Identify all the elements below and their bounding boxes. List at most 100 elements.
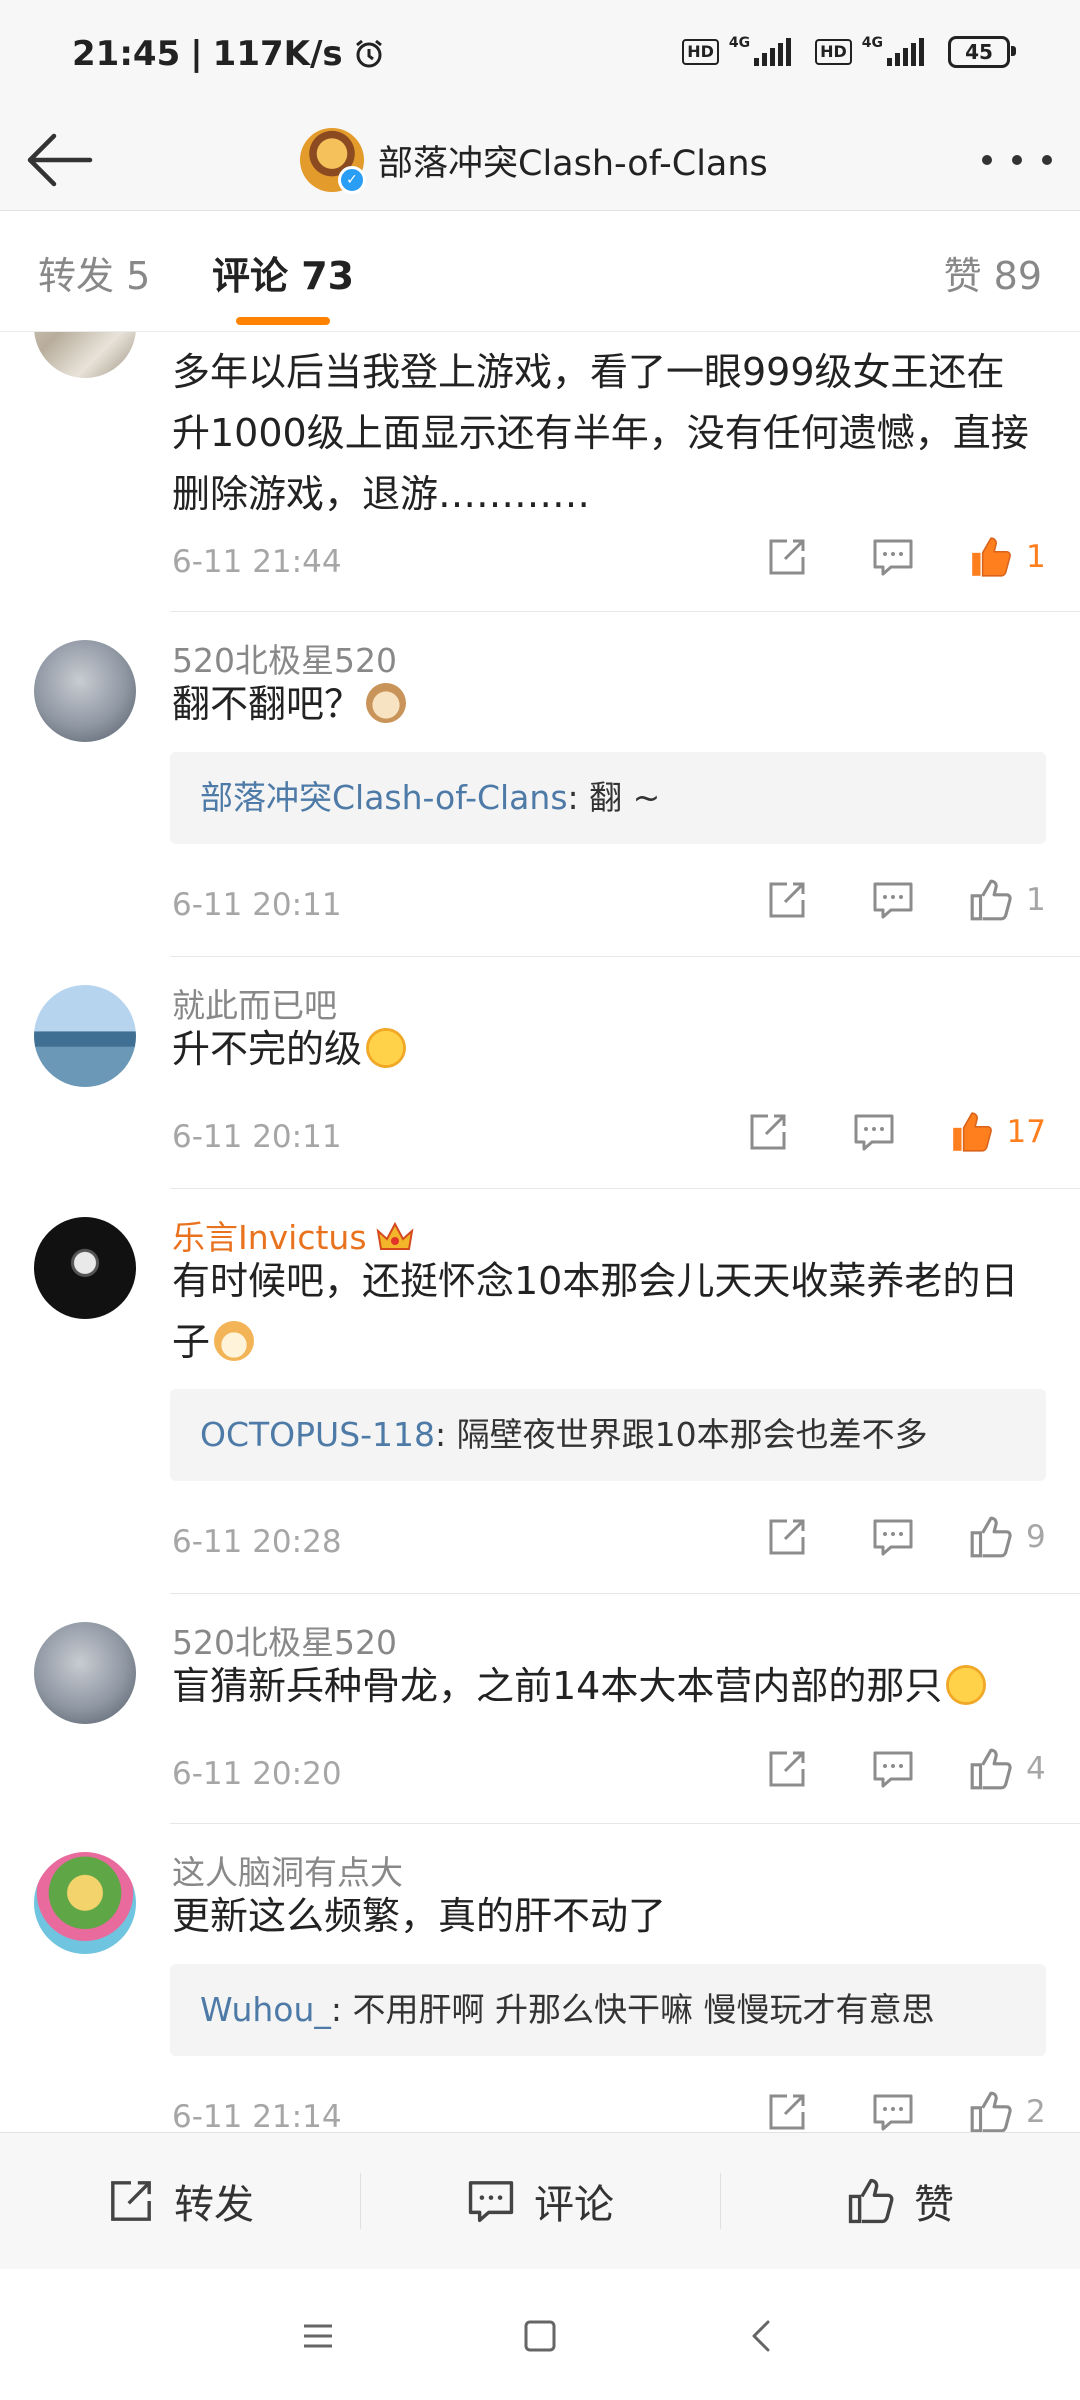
comment-icon xyxy=(468,2181,514,2223)
crown-icon xyxy=(376,1221,413,1250)
more-dot xyxy=(982,155,992,165)
system-menu-button[interactable] xyxy=(296,2314,340,2358)
avatar[interactable] xyxy=(34,1622,136,1724)
reply-text: : 隔壁夜世界跟10本那会也差不多 xyxy=(435,1415,928,1454)
like-icon xyxy=(848,2178,894,2224)
bottom-repost-label: 转发 xyxy=(174,2182,254,2228)
repost-button[interactable] xyxy=(762,1512,812,1562)
back-icon xyxy=(752,2320,770,2352)
comment-time: 6-11 20:28 xyxy=(172,1524,342,1560)
avatar[interactable] xyxy=(34,332,136,378)
bottom-comment-button[interactable]: 评论 xyxy=(360,2133,720,2269)
comment-actions: 4 xyxy=(762,1744,1046,1794)
hd-badge-1: HD xyxy=(682,39,719,65)
reply-button[interactable] xyxy=(868,1744,918,1794)
reply-button[interactable] xyxy=(868,875,918,925)
bottom-action-bar: 转发 评论 赞 xyxy=(0,2132,1080,2269)
nav-bar: ✓ 部落冲突Clash-of-Clans xyxy=(0,110,1080,211)
status-separator: | xyxy=(190,34,203,74)
doge-emoji xyxy=(214,1321,255,1361)
reply-preview[interactable]: 部落冲突Clash-of-Clans: 翻 ~ xyxy=(170,752,1046,844)
like-button[interactable]: 9 xyxy=(968,1514,1046,1560)
comment-item: 多年以后当我登上游戏，看了一眼999级女王还在升1000级上面显示还有半年，没有… xyxy=(0,332,1080,612)
comment-actions: 2 xyxy=(762,2087,1046,2132)
account-avatar[interactable]: ✓ xyxy=(300,128,366,194)
signal-icon xyxy=(754,38,792,66)
avatar[interactable] xyxy=(34,1217,136,1319)
comment-text: 升不完的级 xyxy=(172,1027,363,1071)
reply-button[interactable] xyxy=(868,532,918,582)
repost-button[interactable] xyxy=(743,1107,793,1157)
bottom-like-button[interactable]: 赞 xyxy=(720,2133,1080,2269)
more-button[interactable] xyxy=(982,138,1052,182)
nav-title[interactable]: 部落冲突Clash-of-Clans xyxy=(378,135,768,186)
like-icon xyxy=(970,1748,1012,1790)
like-button[interactable]: 1 xyxy=(968,877,1046,923)
comment-text: 多年以后当我登上游戏，看了一眼999级女王还在升1000级上面显示还有半年，没有… xyxy=(172,350,1029,516)
like-button[interactable]: 4 xyxy=(968,1746,1046,1792)
back-arrow-icon xyxy=(27,133,93,187)
comment-text-line: 盲猜新兵种骨龙，之前14本大本营内部的那只 xyxy=(172,1656,1032,1717)
comment-time: 6-11 21:14 xyxy=(172,2099,342,2132)
reply-button[interactable] xyxy=(868,1512,918,1562)
tab-comments[interactable]: 评论 73 xyxy=(212,245,354,300)
avatar[interactable] xyxy=(34,985,136,1087)
comment-text: 有时候吧，还挺怀念10本那会儿天天收菜养老的日子 xyxy=(172,1259,1019,1364)
repost-button[interactable] xyxy=(762,875,812,925)
reply-username[interactable]: Wuhou_ xyxy=(200,1990,331,2029)
reply-preview[interactable]: Wuhou_: 不用肝啊 升那么快干嘛 慢慢玩才有意思 xyxy=(170,1964,1046,2056)
status-bar: 21:45 | 117K/s HD 4G HD 4G 45 xyxy=(0,0,1080,110)
comment-item: 这人脑洞有点大 更新这么频繁，真的肝不动了 Wuhou_: 不用肝啊 升那么快干… xyxy=(0,1824,1080,2132)
comment-actions: 1 xyxy=(762,532,1046,582)
like-count: 2 xyxy=(1026,2094,1046,2130)
tab-repost[interactable]: 转发 5 xyxy=(38,245,150,300)
system-back-button[interactable] xyxy=(740,2314,784,2358)
reply-username[interactable]: OCTOPUS-118 xyxy=(200,1415,435,1454)
like-button[interactable]: 2 xyxy=(968,2089,1046,2132)
repost-icon xyxy=(769,539,805,575)
reply-button[interactable] xyxy=(849,1107,899,1157)
like-count: 4 xyxy=(1026,1751,1046,1787)
reply-button[interactable] xyxy=(868,2087,918,2132)
reply-username[interactable]: 部落冲突Clash-of-Clans xyxy=(200,778,568,817)
like-button[interactable]: 17 xyxy=(949,1109,1046,1155)
repost-button[interactable] xyxy=(762,1744,812,1794)
surprised-emoji xyxy=(946,1665,987,1705)
network-type-2: 4G xyxy=(861,35,883,51)
comment-time: 6-11 20:11 xyxy=(172,887,342,923)
active-tab-indicator xyxy=(236,317,330,325)
like-count: 9 xyxy=(1026,1519,1046,1555)
verified-badge-icon: ✓ xyxy=(338,166,366,194)
repost-icon xyxy=(769,2094,805,2130)
laugh-cry-emoji xyxy=(366,1028,407,1068)
comment-list[interactable]: 多年以后当我登上游戏，看了一眼999级女王还在升1000级上面显示还有半年，没有… xyxy=(0,332,1080,2132)
reply-text: : 翻 ~ xyxy=(567,778,661,817)
status-left: 21:45 | 117K/s xyxy=(72,34,385,74)
back-button[interactable] xyxy=(24,130,96,190)
system-home-button[interactable] xyxy=(518,2314,562,2358)
menu-icon xyxy=(304,2324,332,2348)
nav-title-group[interactable]: ✓ 部落冲突Clash-of-Clans xyxy=(300,118,768,202)
comment-time: 6-11 21:44 xyxy=(172,544,342,580)
like-count: 1 xyxy=(1026,539,1046,575)
more-dot xyxy=(1042,155,1052,165)
like-icon-active xyxy=(972,537,1011,577)
signal-icon xyxy=(887,38,924,66)
home-icon xyxy=(524,2320,556,2352)
comment-item: 520北极星520 翻不翻吧？ 部落冲突Clash-of-Clans: 翻 ~ … xyxy=(0,612,1080,957)
like-count: 1 xyxy=(1026,882,1046,918)
bottom-repost-button[interactable]: 转发 xyxy=(0,2133,360,2269)
comment-text: 盲猜新兵种骨龙，之前14本大本营内部的那只 xyxy=(172,1664,943,1708)
comment-item: 就此而已吧 升不完的级 6-11 20:11 17 xyxy=(0,957,1080,1189)
reply-preview[interactable]: OCTOPUS-118: 隔壁夜世界跟10本那会也差不多 xyxy=(170,1389,1046,1481)
repost-button[interactable] xyxy=(762,532,812,582)
avatar[interactable] xyxy=(34,640,136,742)
tab-likes[interactable]: 赞 89 xyxy=(944,245,1042,300)
like-icon xyxy=(970,2091,1012,2132)
comment-actions: 17 xyxy=(743,1107,1046,1157)
avatar[interactable] xyxy=(34,1852,136,1954)
like-button[interactable]: 1 xyxy=(968,534,1046,580)
more-dot xyxy=(1012,155,1022,165)
repost-button[interactable] xyxy=(762,2087,812,2132)
comment-text-line: 有时候吧，还挺怀念10本那会儿天天收菜养老的日子 xyxy=(172,1251,1032,1373)
